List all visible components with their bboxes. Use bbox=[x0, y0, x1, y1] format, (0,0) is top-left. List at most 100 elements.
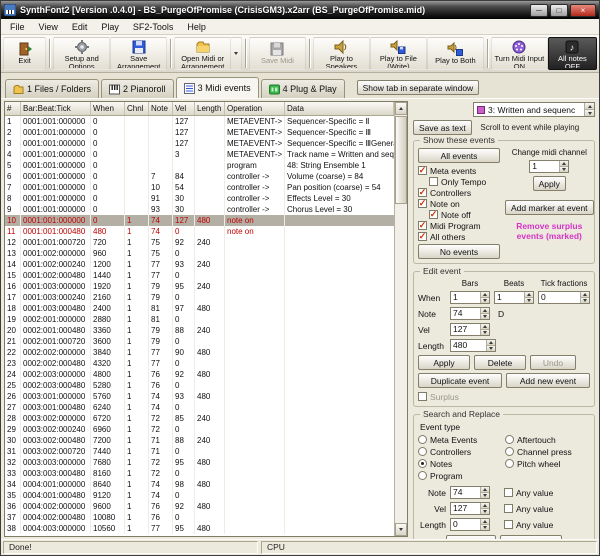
track-selector[interactable]: 3: Written and sequenc bbox=[473, 102, 595, 117]
radio-pitch-wheel[interactable]: Pitch wheel bbox=[505, 458, 590, 469]
table-row[interactable]: 290003:002:00024069601720 bbox=[5, 424, 394, 435]
open-midi-dropdown-arrow[interactable] bbox=[231, 37, 242, 70]
all-events-button[interactable]: All events bbox=[418, 148, 500, 163]
play-to-both-button[interactable]: Play to Both bbox=[427, 37, 484, 70]
add-new-event-button[interactable]: Add new event bbox=[506, 373, 590, 388]
tab-files-folders[interactable]: 1 Files / Folders bbox=[5, 79, 99, 98]
menu-item-view[interactable]: View bbox=[32, 21, 65, 33]
table-row[interactable]: 180001:003:000480240018197480 bbox=[5, 303, 394, 314]
spin-down[interactable] bbox=[481, 297, 489, 303]
open-midi-button[interactable]: Open Midi or Arrangement bbox=[174, 37, 231, 70]
table-row[interactable]: 60001:001:0000000784controller ->Volume … bbox=[5, 171, 394, 182]
table-row[interactable]: 300003:002:000480720017188240 bbox=[5, 435, 394, 446]
spin-down[interactable] bbox=[481, 492, 489, 498]
tab-plug-and-play[interactable]: 4 Plug & Play bbox=[261, 79, 345, 98]
table-row[interactable]: 200002:001:000480336017988240 bbox=[5, 325, 394, 336]
spin-down[interactable] bbox=[560, 166, 568, 172]
length-any-value-checkbox[interactable]: Any value bbox=[504, 520, 553, 530]
checkbox-meta-events[interactable]: ✓Meta events bbox=[418, 165, 500, 176]
minimize-button[interactable]: ─ bbox=[530, 4, 548, 17]
vertical-scrollbar[interactable] bbox=[394, 102, 407, 536]
column-header-vel[interactable]: Vel bbox=[173, 102, 195, 115]
turn-midi-input-on-button[interactable]: Turn Midi Input ON bbox=[491, 37, 548, 70]
table-row[interactable]: 170001:003:00024021601790 bbox=[5, 292, 394, 303]
delete-event-button[interactable]: Delete bbox=[474, 355, 526, 370]
add-marker-button[interactable]: Add marker at event bbox=[505, 200, 594, 215]
track-spin-down[interactable] bbox=[585, 109, 594, 116]
play-to-file-button[interactable]: Play to File (Write) bbox=[370, 37, 427, 70]
table-row[interactable]: 260003:001:000000576017493480 bbox=[5, 391, 394, 402]
spin-down[interactable] bbox=[525, 297, 533, 303]
vel-any-value-checkbox[interactable]: Any value bbox=[504, 504, 553, 514]
save-arrangement-button[interactable]: Save Arrangement bbox=[110, 37, 167, 70]
search-length-spinner[interactable]: 0 bbox=[450, 518, 490, 531]
column-header-data[interactable]: Data bbox=[285, 102, 394, 115]
duplicate-event-button[interactable]: Duplicate event bbox=[418, 373, 502, 388]
checkbox-midi-program[interactable]: ✓Midi Program bbox=[418, 220, 500, 231]
show-tab-separate-window-button[interactable]: Show tab in separate window bbox=[357, 80, 480, 95]
search-vel-spinner[interactable]: 127 bbox=[450, 502, 490, 515]
search-note-spinner[interactable]: 74 bbox=[450, 486, 490, 499]
table-row[interactable]: 130001:002:0000009601750 bbox=[5, 248, 394, 259]
table-row[interactable]: 90001:001:00000009330controller ->Chorus… bbox=[5, 204, 394, 215]
column-header-when[interactable]: When bbox=[91, 102, 125, 115]
play-to-speakers-button[interactable]: Play to Speakers bbox=[313, 37, 370, 70]
table-row[interactable]: 70001:001:00000001054controller ->Pan po… bbox=[5, 182, 394, 193]
tab-midi-events[interactable]: 3 Midi events bbox=[176, 77, 259, 98]
spin-down[interactable] bbox=[481, 524, 489, 530]
table-row[interactable]: 250002:003:00048052801760 bbox=[5, 380, 394, 391]
table-row[interactable]: 20001:001:0000000127METAEVENT->Sequencer… bbox=[5, 127, 394, 138]
close-button[interactable]: × bbox=[570, 4, 596, 17]
table-row[interactable]: 100001:001:0000000174127480note on bbox=[5, 215, 394, 226]
table-row[interactable]: 110001:001:0004804801740note on bbox=[5, 226, 394, 237]
radio-aftertouch[interactable]: Aftertouch bbox=[505, 434, 590, 445]
table-row[interactable]: 80001:001:00000009130controller ->Effect… bbox=[5, 193, 394, 204]
title-bar[interactable]: SynthFont2 [Version .0.4.0] - BS_PurgeOf… bbox=[1, 1, 599, 19]
table-row[interactable]: 220002:002:000000384017790480 bbox=[5, 347, 394, 358]
checkbox-controllers[interactable]: ✓Controllers bbox=[418, 187, 500, 198]
column-header-bar-beat-tick[interactable]: Bar:Beat:Tick bbox=[21, 102, 91, 115]
scroll-down-button[interactable] bbox=[395, 523, 407, 536]
radio-controllers[interactable]: Controllers bbox=[418, 446, 503, 457]
table-row[interactable]: 230002:002:00048043201770 bbox=[5, 358, 394, 369]
when-bars-spinner[interactable]: 1 bbox=[450, 291, 490, 304]
table-row[interactable]: 340004:001:000000864017498480 bbox=[5, 479, 394, 490]
length-spinner[interactable]: 480 bbox=[450, 339, 496, 352]
radio-channel-press[interactable]: Channel press bbox=[505, 446, 590, 457]
column-header-length[interactable]: Length bbox=[195, 102, 225, 115]
menu-item-file[interactable]: File bbox=[3, 21, 32, 33]
table-row[interactable]: 210002:001:00072036001790 bbox=[5, 336, 394, 347]
table-row[interactable]: 190002:001:00000028801810 bbox=[5, 314, 394, 325]
scroll-thumb[interactable] bbox=[395, 116, 407, 204]
remove-surplus-link[interactable]: Remove surplus events (marked) bbox=[506, 222, 592, 242]
checkbox-note-on[interactable]: ✓Note on bbox=[418, 198, 500, 209]
tab-pianoroll[interactable]: 2 Pianoroll bbox=[101, 79, 174, 98]
table-row[interactable]: 10001:001:0000000127METAEVENT->Sequencer… bbox=[5, 116, 394, 127]
all-notes-off-button[interactable]: ♪ All notes OFF bbox=[548, 37, 597, 70]
note-spinner[interactable]: 74 bbox=[450, 307, 490, 320]
midi-channel-spinner[interactable]: 1 bbox=[529, 160, 569, 173]
setup-options-button[interactable]: Setup and Options bbox=[53, 37, 110, 70]
scroll-up-button[interactable] bbox=[395, 102, 407, 115]
table-row[interactable]: 330003:003:00048081601720 bbox=[5, 468, 394, 479]
maximize-button[interactable]: □ bbox=[550, 4, 568, 17]
radio-notes[interactable]: Notes bbox=[418, 458, 503, 469]
note-any-value-checkbox[interactable]: Any value bbox=[504, 488, 553, 498]
table-row[interactable]: 120001:001:00072072017592240 bbox=[5, 237, 394, 248]
checkbox-note-off[interactable]: ✓Note off bbox=[429, 209, 500, 220]
column-header-num[interactable]: # bbox=[5, 102, 21, 115]
spin-down[interactable] bbox=[481, 313, 489, 319]
save-as-text-button[interactable]: Save as text bbox=[413, 120, 472, 135]
table-row[interactable]: 40001:001:00000003METAEVENT->Track name … bbox=[5, 149, 394, 160]
apply-channel-button[interactable]: Apply bbox=[533, 176, 566, 191]
column-header-chnl[interactable]: Chnl bbox=[125, 102, 149, 115]
radio-program[interactable]: Program bbox=[418, 470, 503, 481]
spin-down[interactable] bbox=[581, 297, 589, 303]
when-ticks-spinner[interactable]: 0 bbox=[538, 291, 590, 304]
spin-down[interactable] bbox=[481, 329, 489, 335]
apply-event-button[interactable]: Apply bbox=[418, 355, 470, 370]
radio-meta-events[interactable]: Meta Events bbox=[418, 434, 503, 445]
table-row[interactable]: 140001:002:000240120017793240 bbox=[5, 259, 394, 270]
exit-button[interactable]: Exit bbox=[3, 37, 46, 70]
table-row[interactable]: 280003:002:000000672017285240 bbox=[5, 413, 394, 424]
